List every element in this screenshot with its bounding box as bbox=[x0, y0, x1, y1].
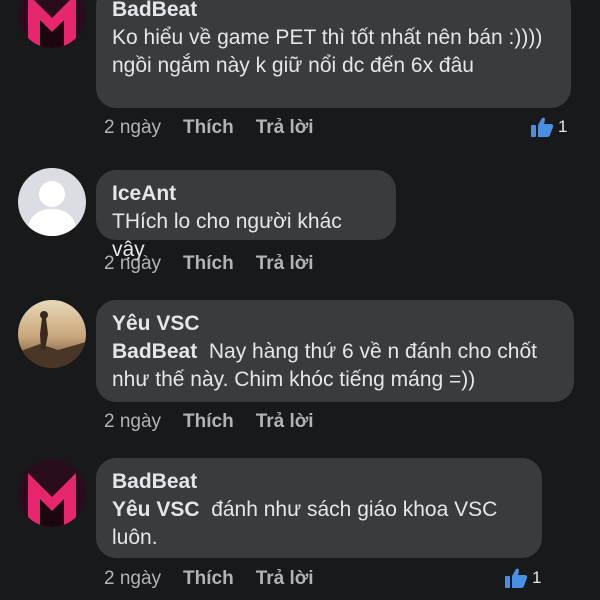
comment-author[interactable]: IceAnt bbox=[112, 180, 380, 208]
like-button[interactable]: Thích bbox=[183, 567, 234, 591]
comment-body: Yêu VSC đánh như sách giáo khoa VSC luôn… bbox=[112, 496, 526, 552]
comment-time[interactable]: 2 ngày bbox=[104, 567, 161, 591]
reply-button[interactable]: Trả lời bbox=[256, 410, 314, 434]
avatar[interactable] bbox=[18, 459, 86, 527]
avatar[interactable] bbox=[18, 0, 86, 48]
comment-author[interactable]: BadBeat bbox=[112, 0, 555, 24]
comment-actions: 2 ngày Thích Trả lời bbox=[104, 252, 314, 276]
mention-link[interactable]: Yêu VSC bbox=[112, 498, 200, 521]
reaction-count[interactable]: 1 bbox=[530, 116, 567, 138]
comment-time[interactable]: 2 ngày bbox=[104, 116, 161, 140]
comment-text: Ko hiểu về game PET thì tốt nhất nên bán… bbox=[112, 26, 543, 77]
reaction-count-value: 1 bbox=[532, 568, 542, 587]
avatar[interactable] bbox=[18, 300, 86, 368]
reaction-count[interactable]: 1 bbox=[504, 567, 541, 589]
thumbs-up-icon bbox=[504, 567, 528, 589]
mention-link[interactable]: BadBeat bbox=[112, 340, 197, 363]
thumbs-up-icon bbox=[530, 116, 554, 138]
comment-bubble: IceAnt THích lo cho người khác vậy bbox=[96, 170, 396, 261]
comment-author[interactable]: Yêu VSC bbox=[112, 310, 558, 338]
reply-button[interactable]: Trả lời bbox=[256, 252, 314, 276]
like-button[interactable]: Thích bbox=[183, 410, 234, 434]
comment-time[interactable]: 2 ngày bbox=[104, 410, 161, 434]
like-button[interactable]: Thích bbox=[183, 252, 234, 276]
reaction-count-value: 1 bbox=[558, 117, 568, 136]
comment-body: BadBeat Nay hàng thứ 6 về n đánh cho chố… bbox=[112, 338, 558, 394]
comment-actions: 2 ngày Thích Trả lời bbox=[104, 410, 314, 434]
like-button[interactable]: Thích bbox=[183, 116, 234, 140]
comment-bubble: Yêu VSC BadBeat Nay hàng thứ 6 về n đánh… bbox=[96, 300, 574, 402]
reply-button[interactable]: Trả lời bbox=[256, 567, 314, 591]
comment-author[interactable]: BadBeat bbox=[112, 468, 526, 496]
comment-bubble: BadBeat Yêu VSC đánh như sách giáo khoa … bbox=[96, 458, 542, 558]
comment-actions: 2 ngày Thích Trả lời bbox=[104, 116, 314, 140]
comment-actions: 2 ngày Thích Trả lời bbox=[104, 567, 314, 591]
comment-time[interactable]: 2 ngày bbox=[104, 252, 161, 276]
comment-bubble: BadBeat Ko hiểu về game PET thì tốt nhất… bbox=[96, 0, 571, 108]
avatar[interactable] bbox=[18, 168, 86, 236]
reply-button[interactable]: Trả lời bbox=[256, 116, 314, 140]
